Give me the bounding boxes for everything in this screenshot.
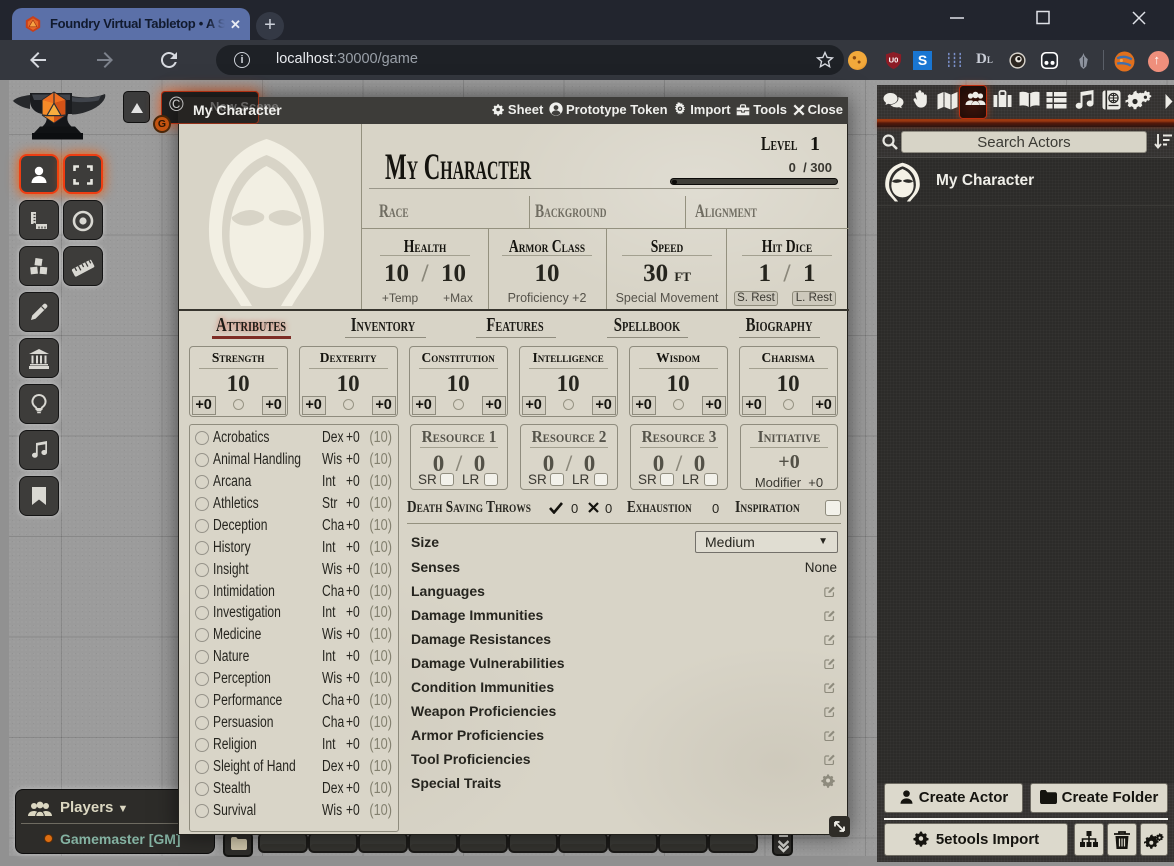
- svg-text:U0: U0: [889, 55, 899, 64]
